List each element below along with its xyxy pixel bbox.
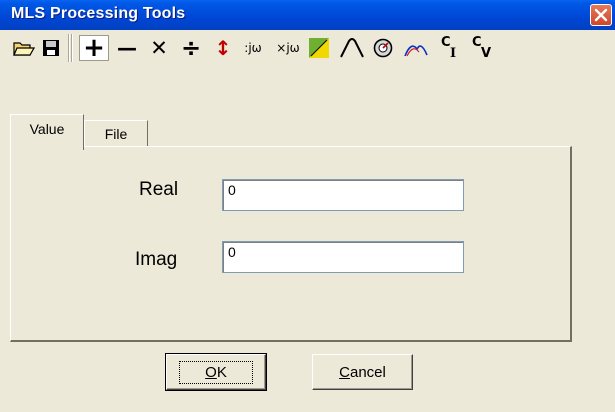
ok-label: K [216,363,227,381]
add-button[interactable]: + [79,35,109,61]
imag-input-border [223,242,463,272]
multiply-jw-button[interactable]: ×jω [272,35,304,61]
cancel-label: ancel [349,363,386,381]
swap-button[interactable]: ↕ [212,35,234,61]
spl-icon [309,38,329,58]
title-bar[interactable]: MLS Processing Tools [0,0,615,30]
toolbar: + — ✕ ÷ ↕ :jω ×jω C I C V [0,30,615,68]
curve-icon [340,38,364,58]
tab-panel-value: Real 0 Imag 0 [10,146,572,342]
curve-button[interactable] [338,35,366,61]
real-label: Real [139,179,179,200]
divide-button[interactable]: ÷ [178,34,204,62]
svg-text:V: V [481,46,491,61]
close-icon [594,8,608,22]
cancel-mnemonic: C [339,363,350,381]
svg-text:I: I [450,46,456,61]
arc-button[interactable] [402,35,430,61]
dial-icon [373,38,393,58]
toolbar-separator [68,34,70,62]
window-title: MLS Processing Tools [11,5,186,22]
imag-label: Imag [135,249,178,270]
tab-value-label: Value [29,120,65,137]
real-input[interactable]: 0 [222,179,464,211]
spl-button[interactable] [306,35,332,61]
real-input-value: 0 [228,182,236,198]
multiply-jw-icon: ×jω [276,41,300,55]
cv-icon: C V [472,35,491,61]
cancel-label-wrap: Cancel [339,364,386,381]
ci-button[interactable]: C I [437,35,463,61]
divide-jw-button[interactable]: :jω [238,35,268,61]
divide-icon: ÷ [180,34,202,62]
multiply-button[interactable]: ✕ [146,35,172,61]
tab-file[interactable]: File [84,120,148,146]
tab-file-label: File [104,125,128,142]
real-input-border [223,180,463,210]
subtract-icon: — [117,36,137,60]
subtract-button[interactable]: — [114,35,140,61]
ci-icon: C I [441,35,456,61]
divide-jw-icon: :jω [244,41,262,55]
arc-icon [404,45,428,57]
swap-icon: ↕ [214,36,232,60]
open-icon [13,42,35,56]
ok-button[interactable]: OK [165,353,267,391]
cancel-button[interactable]: Cancel [312,354,413,390]
tab-value[interactable]: Value [10,114,84,150]
dial-button[interactable] [370,35,396,61]
save-button[interactable] [40,35,62,61]
imag-input-value: 0 [228,244,236,260]
ok-button-focus: OK [179,360,253,384]
ok-mnemonic: O [205,363,217,381]
add-icon: + [83,33,105,63]
imag-input[interactable]: 0 [222,241,464,273]
close-button[interactable] [590,4,612,26]
cv-button[interactable]: C V [468,35,496,61]
open-button[interactable] [12,35,36,61]
toolbar-separator [71,34,73,62]
save-icon [43,40,59,56]
multiply-icon: ✕ [150,36,168,60]
